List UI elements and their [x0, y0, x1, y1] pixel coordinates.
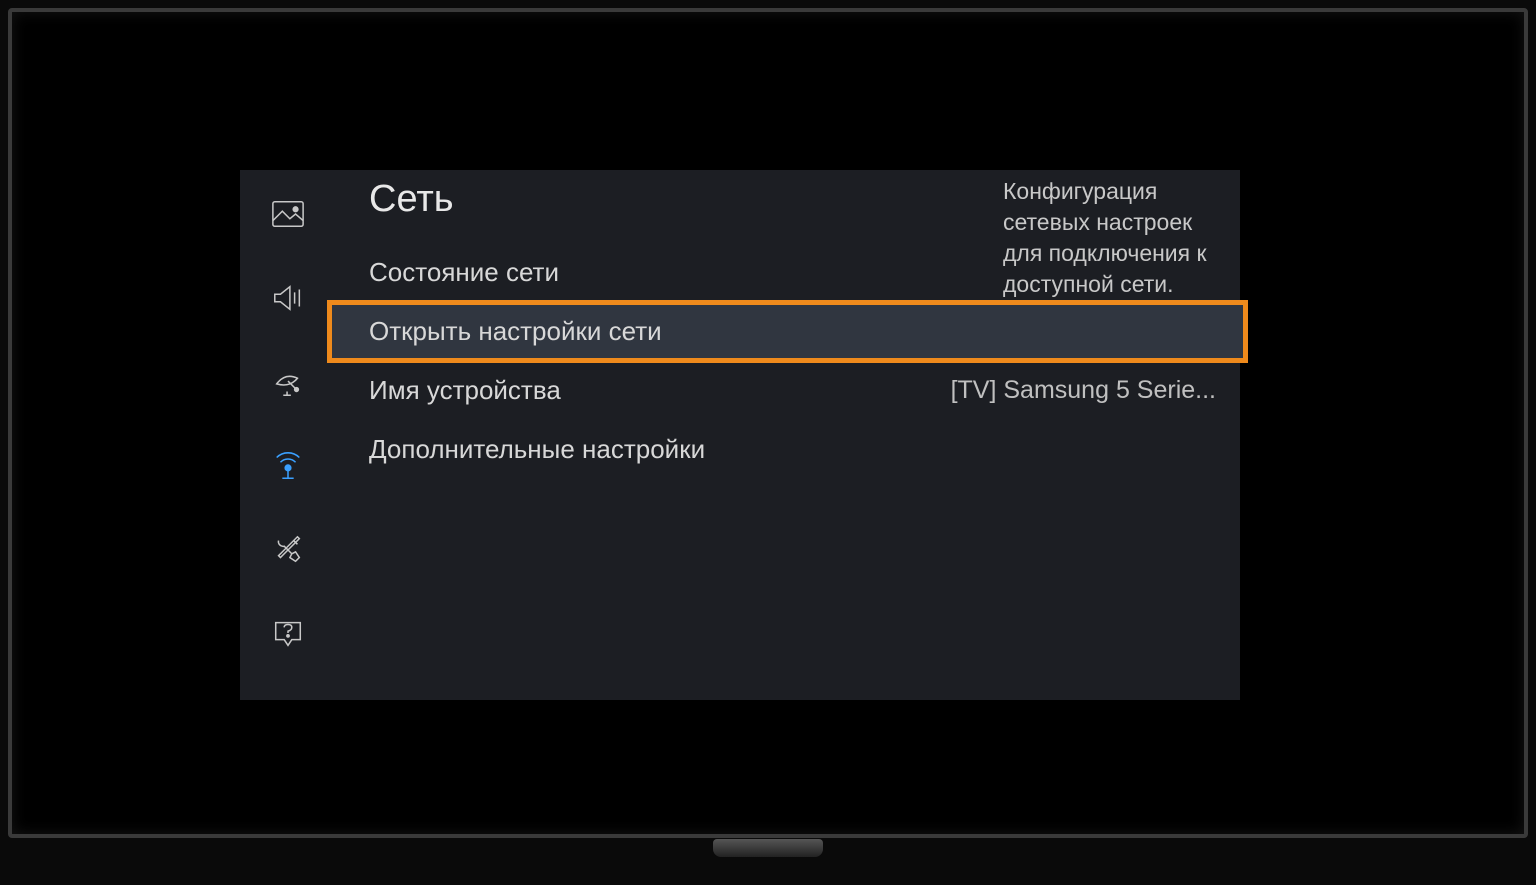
support-icon	[271, 617, 305, 656]
sidebar-item-network[interactable]	[270, 450, 306, 486]
tv-stand	[713, 839, 823, 857]
sidebar-item-picture[interactable]	[270, 198, 306, 234]
settings-sidebar	[240, 170, 335, 700]
sidebar-item-system[interactable]	[270, 534, 306, 570]
tv-frame: Сеть Состояние сети Открыть настройки се…	[8, 8, 1528, 838]
tv-screen: Сеть Состояние сети Открыть настройки се…	[30, 30, 1506, 816]
picture-icon	[271, 197, 305, 236]
menu-item-open-network-settings[interactable]: Открыть настройки сети	[329, 302, 1246, 361]
sidebar-item-support[interactable]	[270, 618, 306, 654]
menu-item-label: Имя устройства	[369, 375, 561, 406]
menu-item-label: Открыть настройки сети	[369, 316, 662, 347]
network-icon	[271, 449, 305, 488]
menu-item-label: Состояние сети	[369, 257, 559, 288]
description-text: Конфигурация сетевых настроек для подклю…	[1003, 176, 1233, 300]
menu-item-expert-settings[interactable]: Дополнительные настройки	[335, 420, 1240, 479]
satellite-icon	[271, 365, 305, 404]
settings-panel: Сеть Состояние сети Открыть настройки се…	[240, 170, 1240, 700]
settings-main: Сеть Состояние сети Открыть настройки се…	[335, 170, 1240, 700]
menu-item-device-name[interactable]: Имя устройства [TV] Samsung 5 Serie...	[335, 361, 1240, 420]
tools-icon	[271, 533, 305, 572]
sound-icon	[271, 281, 305, 320]
menu-item-value: [TV] Samsung 5 Serie...	[951, 376, 1216, 405]
sidebar-item-broadcast[interactable]	[270, 366, 306, 402]
menu-item-label: Дополнительные настройки	[369, 434, 705, 465]
sidebar-item-sound[interactable]	[270, 282, 306, 318]
